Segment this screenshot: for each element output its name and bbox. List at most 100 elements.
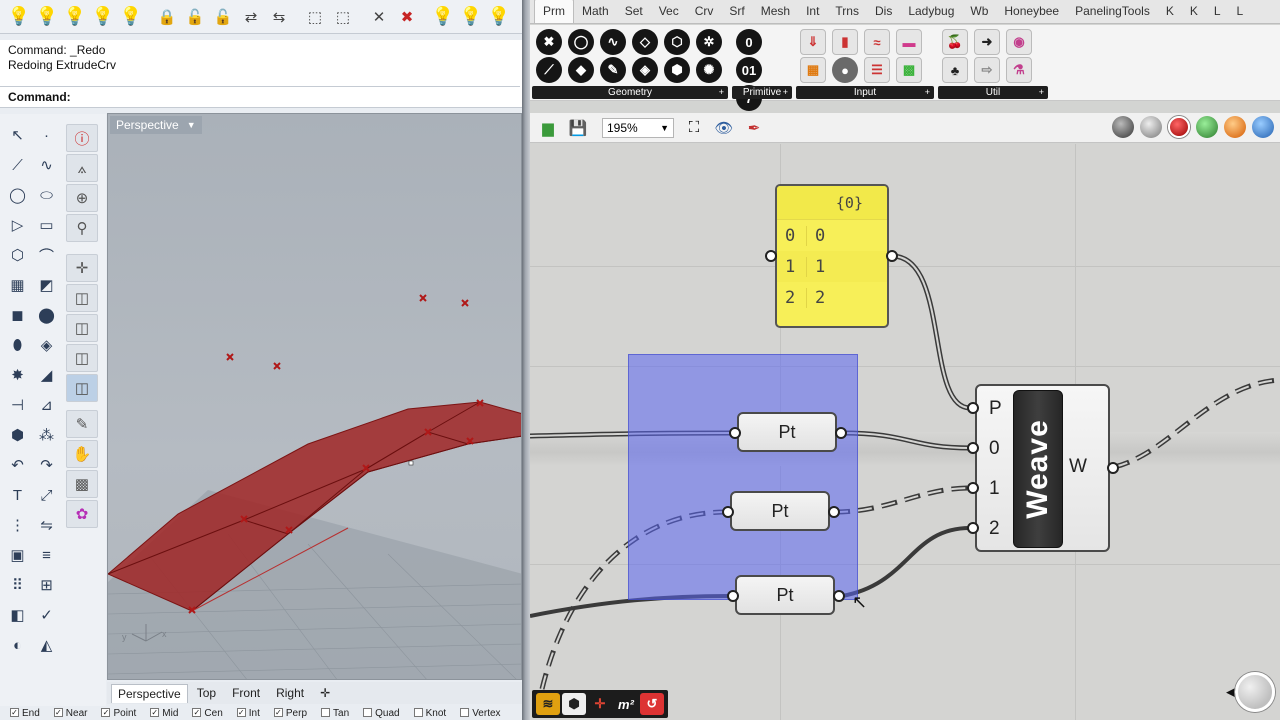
fillet-icon[interactable]: ⌒ xyxy=(33,242,60,268)
box-icon[interactable]: ◼ xyxy=(4,302,31,328)
array-icon[interactable]: ⋮ xyxy=(4,512,31,538)
group-param-icon[interactable]: ⬢ xyxy=(664,57,690,83)
tab-panelingtools[interactable]: PanelingTools xyxy=(1067,0,1158,23)
button-icon[interactable]: ● xyxy=(832,57,858,83)
select-arrow-icon[interactable]: ↖ xyxy=(4,122,31,148)
tab-front[interactable]: Front xyxy=(225,683,267,703)
light-icon[interactable]: ✸ xyxy=(4,362,31,388)
pt-input-grip[interactable] xyxy=(722,506,734,518)
preview-selected-icon[interactable] xyxy=(1168,116,1190,138)
command-prompt[interactable]: Command: xyxy=(0,86,520,106)
lock-swap-icon[interactable]: ⇄ xyxy=(238,4,264,30)
grid-array-icon[interactable]: ⠿ xyxy=(4,572,31,598)
tab-trns[interactable]: Trns xyxy=(827,0,867,23)
plane-param-icon[interactable]: ◆ xyxy=(568,57,594,83)
cherry-picker-icon[interactable]: 🍒 xyxy=(942,29,968,55)
weave-grip-w[interactable] xyxy=(1107,462,1119,474)
point-param-icon[interactable]: ✎ xyxy=(600,57,626,83)
tab-k[interactable]: K xyxy=(1182,0,1206,23)
polyline-icon[interactable]: ⟋ xyxy=(4,152,31,178)
tab-k[interactable]: K xyxy=(1158,0,1182,23)
tab-dis[interactable]: Dis xyxy=(867,0,900,23)
pt-input-grip[interactable] xyxy=(729,427,741,439)
tab-honeybee[interactable]: Honeybee xyxy=(996,0,1067,23)
pt-output-grip[interactable] xyxy=(835,427,847,439)
weave-component[interactable]: P 0 1 2 Weave W xyxy=(975,384,1110,552)
join-icon[interactable]: ↷ xyxy=(33,452,60,478)
bake-icon[interactable] xyxy=(1196,116,1218,138)
text-icon[interactable]: T xyxy=(4,482,31,508)
pt-input-grip[interactable] xyxy=(727,590,739,602)
surface-param-icon[interactable]: ◇ xyxy=(632,29,658,55)
group-icon[interactable]: ⬚ xyxy=(302,4,328,30)
tab-top[interactable]: Top xyxy=(190,683,223,703)
tab-l[interactable]: L xyxy=(1206,0,1229,23)
gh-canvas[interactable]: {0} 0 0 1 1 2 2 Pt Pt Pt P 0 1 2 Weave W… xyxy=(530,144,1280,720)
tab-math[interactable]: Math xyxy=(574,0,617,23)
curve-param-icon[interactable]: ∿ xyxy=(600,29,626,55)
surface-icon[interactable]: ▦ xyxy=(4,272,31,298)
view-box-icon[interactable]: ◫ xyxy=(66,314,98,342)
preview-eye-icon[interactable]: 👁 xyxy=(712,116,736,140)
render-icon[interactable]: ◧ xyxy=(4,602,31,628)
area-icon[interactable]: m² xyxy=(614,693,638,715)
swatch-icon[interactable]: ◉ xyxy=(1006,29,1032,55)
ribbon-label[interactable]: Geometry + xyxy=(532,86,728,99)
point-icon[interactable]: · xyxy=(33,122,60,148)
mesh-param-icon[interactable]: ✲ xyxy=(696,29,722,55)
polygon-icon[interactable]: ⬡ xyxy=(4,242,31,268)
unlock-icon[interactable]: 🔓 xyxy=(182,4,208,30)
boolean-param-icon[interactable]: 01 xyxy=(736,57,762,83)
osnap-perp[interactable]: ✓ Perp xyxy=(273,708,307,719)
value-list-icon[interactable]: ☰ xyxy=(864,57,890,83)
tab-int[interactable]: Int xyxy=(798,0,827,23)
viewport-title[interactable]: Perspective ▼ xyxy=(110,116,202,134)
tab-srf[interactable]: Srf xyxy=(721,0,752,23)
chevron-down-icon[interactable]: ▼ xyxy=(187,120,196,130)
brep-param-icon[interactable]: ⬡ xyxy=(664,29,690,55)
globe-icon[interactable] xyxy=(1252,116,1274,138)
osnap-globe-icon[interactable]: ⊕ xyxy=(66,184,98,212)
extrude-icon[interactable]: ◩ xyxy=(33,272,60,298)
bulb-multi-icon[interactable]: 💡 xyxy=(62,4,88,30)
tab-set[interactable]: Set xyxy=(617,0,651,23)
gear-plugin-icon[interactable]: ✿ xyxy=(66,500,98,528)
dist-icon[interactable]: ⊞ xyxy=(33,572,60,598)
bulb-color-icon[interactable]: 💡 xyxy=(458,4,484,30)
osnap-point[interactable]: ✓ Point xyxy=(101,708,136,719)
zoom-extents-icon[interactable]: ⛶ xyxy=(682,116,706,140)
hand-icon[interactable]: ✋ xyxy=(66,440,98,468)
display-mode-icon[interactable]: ▩ xyxy=(66,470,98,498)
tab-mesh[interactable]: Mesh xyxy=(753,0,798,23)
lock-selected-icon[interactable]: 🔓 xyxy=(210,4,236,30)
layer-icon[interactable]: ◐ xyxy=(4,632,31,658)
panel-output-grip[interactable] xyxy=(886,250,898,262)
lock-icon[interactable]: 🔒 xyxy=(154,4,180,30)
snap-tool-icon[interactable]: ⟑ xyxy=(66,154,98,182)
lock-multi-icon[interactable]: ⇆ xyxy=(266,4,292,30)
curve-icon[interactable]: ∿ xyxy=(33,152,60,178)
perspective-viewport[interactable]: y x Perspective ▼ xyxy=(107,113,522,680)
solid-tools-icon[interactable]: ▣ xyxy=(4,542,31,568)
delete-block-icon[interactable]: ✖ xyxy=(394,4,420,30)
osnap-quad[interactable]: Quad xyxy=(363,708,400,719)
tab-prm[interactable]: Prm xyxy=(534,0,574,23)
move-icon[interactable]: ⊣ xyxy=(4,392,31,418)
ribbon-label[interactable]: Primitive + xyxy=(732,86,792,99)
mesh-icon[interactable]: ◈ xyxy=(33,332,60,358)
save-file-icon[interactable]: 💾 xyxy=(566,116,590,140)
weave-grip-p[interactable] xyxy=(967,402,979,414)
history-record-icon[interactable]: ⓘ xyxy=(66,124,98,152)
tab-wb[interactable]: Wb xyxy=(962,0,996,23)
window-splitter[interactable] xyxy=(522,0,530,720)
arc-icon[interactable]: ▷ xyxy=(4,212,31,238)
preview-shaded-icon[interactable] xyxy=(1140,116,1162,138)
bulb-off-icon[interactable]: 💡 xyxy=(90,4,116,30)
weave-grip-2[interactable] xyxy=(967,522,979,534)
bulb-color-icon[interactable]: 💡 xyxy=(486,4,512,30)
sphere-icon[interactable]: ⬤ xyxy=(33,302,60,328)
bulb-icon[interactable]: 💡 xyxy=(6,4,32,30)
open-file-icon[interactable]: ▆ xyxy=(536,116,560,140)
osnap-cen[interactable]: ✓ Cen xyxy=(192,708,223,719)
import-icon[interactable]: ⇓ xyxy=(800,29,826,55)
